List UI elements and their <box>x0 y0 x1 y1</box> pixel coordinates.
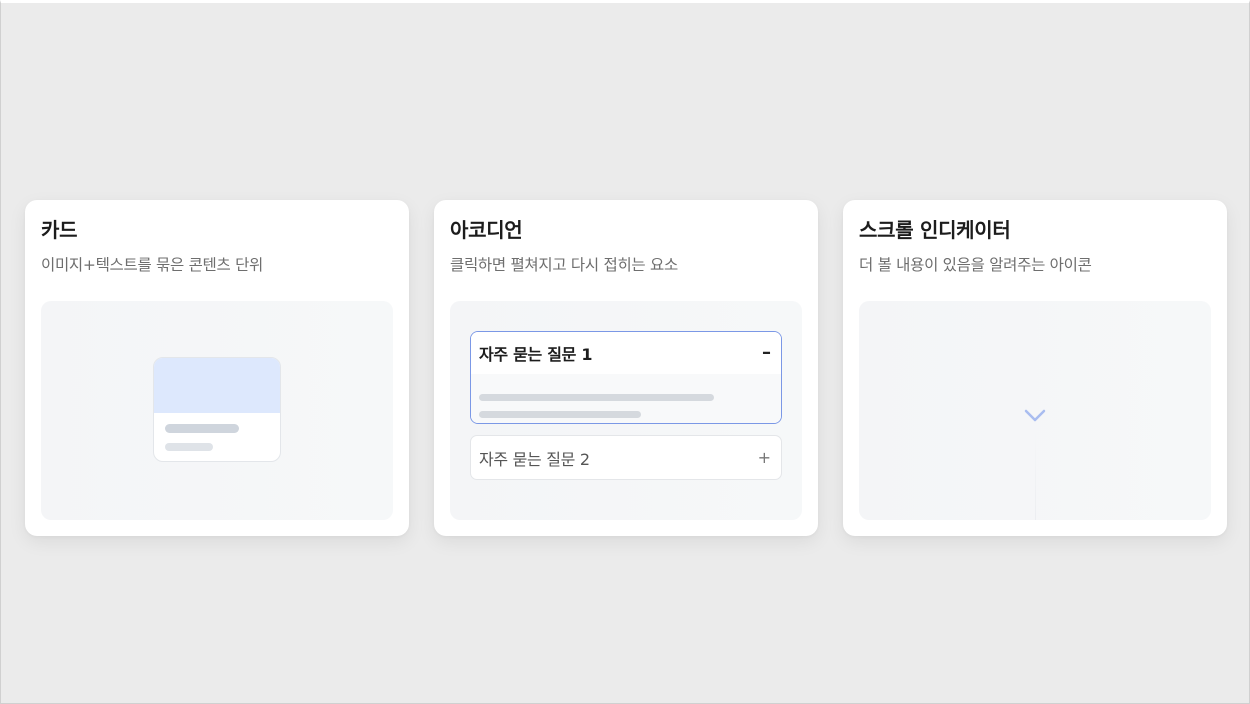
card-component-accordion: 아코디언 클릭하면 펼쳐지고 다시 접히는 요소 자주 묻는 질문 1 – 자주… <box>434 200 818 536</box>
card-component-card: 카드 이미지+텍스트를 묶은 콘텐츠 단위 <box>25 200 409 536</box>
card-title: 아코디언 <box>450 218 523 242</box>
scroll-indicator-preview <box>859 301 1211 520</box>
card-title: 스크롤 인디케이터 <box>859 218 1011 242</box>
accordion-content <box>471 374 781 423</box>
text-line-placeholder <box>479 394 714 401</box>
card-description: 더 볼 내용이 있음을 알려주는 아이콘 <box>859 256 1092 274</box>
card-description: 클릭하면 펼쳐지고 다시 접히는 요소 <box>450 256 678 274</box>
accordion-question: 자주 묻는 질문 2 <box>479 449 590 469</box>
expand-icon[interactable]: + <box>758 448 771 467</box>
canvas: 카드 이미지+텍스트를 묶은 콘텐츠 단위 아코디언 클릭하면 펼쳐지고 다시 … <box>0 0 1250 704</box>
chevron-down-icon[interactable] <box>1023 407 1047 423</box>
card-component-scroll-indicator: 스크롤 인디케이터 더 볼 내용이 있음을 알려주는 아이콘 <box>843 200 1227 536</box>
accordion-question: 자주 묻는 질문 1 <box>479 345 593 364</box>
card-description: 이미지+텍스트를 묶은 콘텐츠 단위 <box>41 256 264 274</box>
accordion-header[interactable]: 자주 묻는 질문 1 – <box>471 332 781 374</box>
card-preview <box>41 301 393 520</box>
component-card-row: 카드 이미지+텍스트를 묶은 콘텐츠 단위 아코디언 클릭하면 펼쳐지고 다시 … <box>25 200 1227 536</box>
collapse-icon[interactable]: – <box>762 344 771 362</box>
scroll-track-line <box>1035 431 1036 520</box>
text-line-placeholder <box>165 443 213 451</box>
text-line-placeholder <box>479 411 641 418</box>
card-title: 카드 <box>41 218 78 242</box>
mini-card-illustration <box>153 357 281 462</box>
accordion-preview: 자주 묻는 질문 1 – 자주 묻는 질문 2 + <box>450 301 802 520</box>
accordion-item-collapsed[interactable]: 자주 묻는 질문 2 + <box>470 435 782 480</box>
accordion-item-expanded[interactable]: 자주 묻는 질문 1 – <box>470 331 782 424</box>
text-line-placeholder <box>165 424 239 433</box>
image-placeholder <box>154 358 280 413</box>
